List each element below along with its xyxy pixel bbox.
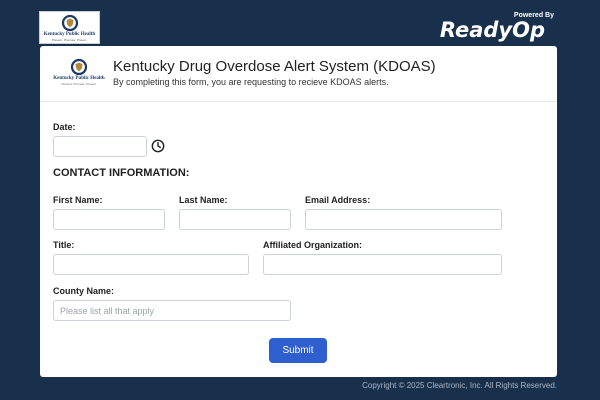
contact-section-title: CONTACT INFORMATION: bbox=[53, 167, 190, 179]
email-input[interactable] bbox=[305, 209, 502, 230]
copyright-text: Copyright © 2025 Cleartronic, Inc. All R… bbox=[362, 381, 557, 390]
date-input[interactable] bbox=[53, 136, 147, 157]
shield-seal-icon bbox=[61, 14, 78, 32]
clock-icon[interactable] bbox=[151, 139, 165, 153]
page-subtitle: By completing this form, you are request… bbox=[113, 77, 389, 87]
title-input[interactable] bbox=[53, 254, 249, 275]
page-title: Kentucky Drug Overdose Alert System (KDO… bbox=[113, 58, 436, 75]
logo-tagline: Prevent. Promote. Protect. bbox=[51, 38, 88, 42]
county-input[interactable] bbox=[53, 300, 291, 321]
kentucky-public-health-logo: Kentucky Public Health Prevent. Promote.… bbox=[39, 11, 100, 44]
organization-label: Affiliated Organization: bbox=[263, 240, 362, 250]
form-card: Kentucky Public Health Prevent. Promote.… bbox=[40, 46, 557, 377]
last-name-input[interactable] bbox=[179, 209, 291, 230]
last-name-label: Last Name: bbox=[179, 195, 228, 205]
date-label: Date: bbox=[53, 122, 76, 132]
shield-seal-icon bbox=[70, 58, 88, 76]
submit-button[interactable]: Submit bbox=[269, 338, 327, 363]
organization-input[interactable] bbox=[263, 254, 502, 275]
first-name-label: First Name: bbox=[53, 195, 103, 205]
email-label: Email Address: bbox=[305, 195, 371, 205]
title-label: Title: bbox=[53, 240, 75, 250]
first-name-input[interactable] bbox=[53, 209, 165, 230]
form-header: Kentucky Public Health Prevent. Promote.… bbox=[40, 46, 557, 102]
readyop-brand-logo: ReadyOp bbox=[439, 18, 545, 42]
form-header-logo: Kentucky Public Health Prevent. Promote.… bbox=[51, 58, 107, 88]
county-label: County Name: bbox=[53, 286, 115, 296]
logo-tagline: Prevent. Promote. Protect. bbox=[61, 82, 97, 86]
